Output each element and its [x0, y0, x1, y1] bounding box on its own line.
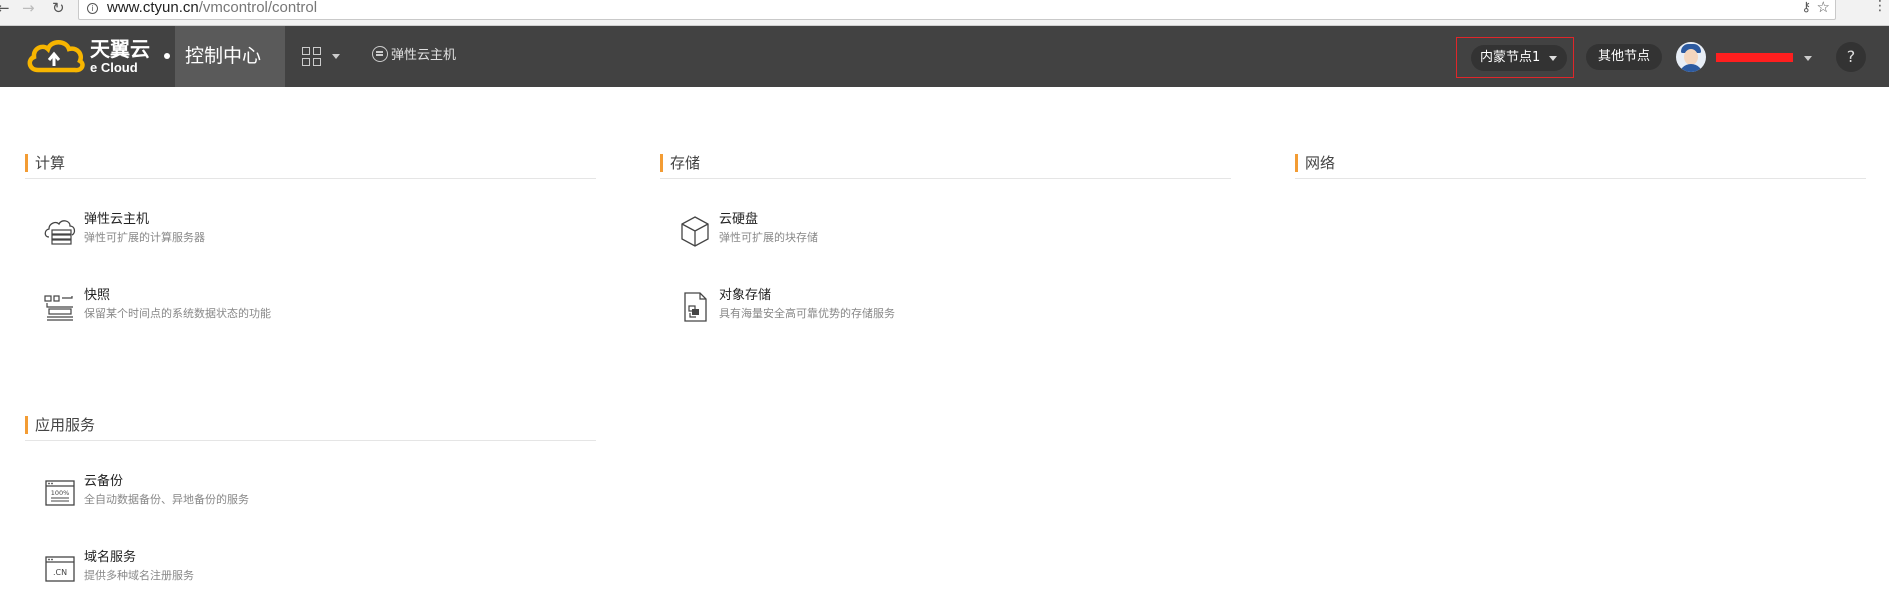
region-select[interactable]: 内蒙节点1	[1471, 45, 1567, 71]
svg-text:.CN: .CN	[53, 568, 67, 577]
logo-subtitle: e Cloud	[90, 60, 138, 75]
backup-icon: 100%	[45, 480, 75, 506]
cloud-server-icon	[44, 220, 76, 245]
avatar[interactable]	[1676, 42, 1706, 72]
grid-icon	[302, 47, 322, 67]
service-item-domain[interactable]: .CN 域名服务 提供多种域名注册服务	[43, 546, 463, 592]
region-select-highlight: 内蒙节点1	[1456, 37, 1574, 78]
server-icon	[372, 46, 388, 62]
browser-toolbar: ← → ↻ i www.ctyun.cn/vmcontrol/control ⚷…	[0, 0, 1889, 26]
section-accent-bar	[25, 416, 28, 434]
back-arrow-icon[interactable]: ←	[0, 0, 10, 20]
section-title: 计算	[35, 154, 66, 172]
bookmark-star-icon[interactable]: ☆	[1817, 0, 1830, 16]
url-text[interactable]: www.ctyun.cn/vmcontrol/control	[107, 0, 317, 16]
console-tab[interactable]: 控制中心	[175, 26, 285, 87]
section-header: 网络	[1295, 151, 1866, 179]
domain-icon: .CN	[45, 556, 75, 582]
quick-link-ecs[interactable]: 弹性云主机	[372, 46, 456, 65]
section-app-services: 应用服务 100% 云备份 全自动数据备份、异地备份的服务 .CN 域名服务 提…	[25, 413, 596, 582]
avatar-face	[1684, 49, 1698, 65]
service-title: 域名服务	[84, 550, 137, 565]
service-item-cloud-backup[interactable]: 100% 云备份 全自动数据备份、异地备份的服务	[43, 470, 463, 516]
service-description: 弹性可扩展的块存储	[719, 231, 818, 244]
separator-dot	[164, 53, 170, 59]
ctyun-logo[interactable]: 天翼云 e Cloud	[26, 36, 156, 76]
chevron-down-icon	[332, 54, 340, 59]
section-accent-bar	[660, 154, 663, 172]
service-title: 云备份	[84, 474, 124, 489]
section-accent-bar	[25, 154, 28, 172]
section-accent-bar	[1295, 154, 1298, 172]
section-network: 网络	[1295, 151, 1866, 179]
service-item-cloud-disk[interactable]: 云硬盘 弹性可扩展的块存储	[678, 208, 1098, 254]
browser-menu-icon[interactable]: ⋮	[1873, 0, 1887, 13]
section-title: 应用服务	[35, 416, 96, 434]
username-redacted[interactable]	[1716, 53, 1793, 62]
other-nodes-button[interactable]: 其他节点	[1586, 44, 1662, 70]
section-header: 计算	[25, 151, 596, 179]
help-button[interactable]: ?	[1836, 42, 1866, 72]
service-description: 全自动数据备份、异地备份的服务	[84, 493, 249, 506]
url-path: /vmcontrol/control	[198, 0, 318, 16]
service-item-object-storage[interactable]: 对象存储 具有海量安全高可靠优势的存储服务	[678, 284, 1098, 330]
apps-menu-button[interactable]	[300, 41, 344, 71]
service-item-ecs[interactable]: 弹性云主机 弹性可扩展的计算服务器	[43, 208, 463, 254]
section-header: 存储	[660, 151, 1231, 179]
app-header: 天翼云 e Cloud 控制中心 弹性云主机 内蒙节点1 其他节点 ?	[0, 26, 1889, 87]
logo-title: 天翼云	[90, 37, 150, 61]
object-file-icon	[684, 292, 707, 322]
section-compute: 计算 弹性云主机 弹性可扩展的计算服务器 快照 保留某个时间点的系统数据状态的功…	[25, 151, 596, 321]
service-title: 快照	[84, 288, 111, 303]
reload-icon[interactable]: ↻	[52, 0, 65, 20]
forward-arrow-icon[interactable]: →	[22, 0, 35, 20]
key-icon[interactable]: ⚷	[1801, 0, 1811, 15]
service-item-snapshot[interactable]: 快照 保留某个时间点的系统数据状态的功能	[43, 284, 463, 330]
section-storage: 存储 云硬盘 弹性可扩展的块存储 对象存储 具有海量安全高可靠优势的存储服务	[660, 151, 1231, 322]
cloud-logo-icon	[27, 40, 85, 73]
url-host: www.ctyun.cn	[107, 0, 199, 16]
service-description: 保留某个时间点的系统数据状态的功能	[84, 307, 271, 320]
info-icon[interactable]: i	[87, 3, 98, 14]
quick-link-label: 弹性云主机	[391, 48, 457, 63]
cube-icon	[681, 216, 709, 247]
section-header: 应用服务	[25, 413, 596, 441]
section-title: 网络	[1305, 154, 1336, 172]
address-bar[interactable]: i www.ctyun.cn/vmcontrol/control ⚷ ☆	[78, 0, 1836, 20]
service-description: 提供多种域名注册服务	[84, 569, 194, 582]
service-title: 弹性云主机	[84, 212, 150, 227]
service-description: 具有海量安全高可靠优势的存储服务	[719, 307, 895, 320]
section-title: 存储	[670, 154, 701, 172]
chevron-down-icon	[1549, 56, 1557, 61]
service-title: 对象存储	[719, 288, 772, 303]
service-description: 弹性可扩展的计算服务器	[84, 231, 205, 244]
snapshot-icon	[44, 295, 73, 321]
avatar-body	[1679, 64, 1703, 72]
svg-text:100%: 100%	[51, 489, 70, 497]
chevron-down-icon[interactable]	[1804, 56, 1812, 61]
service-title: 云硬盘	[719, 212, 759, 227]
region-select-label: 内蒙节点1	[1480, 50, 1541, 65]
